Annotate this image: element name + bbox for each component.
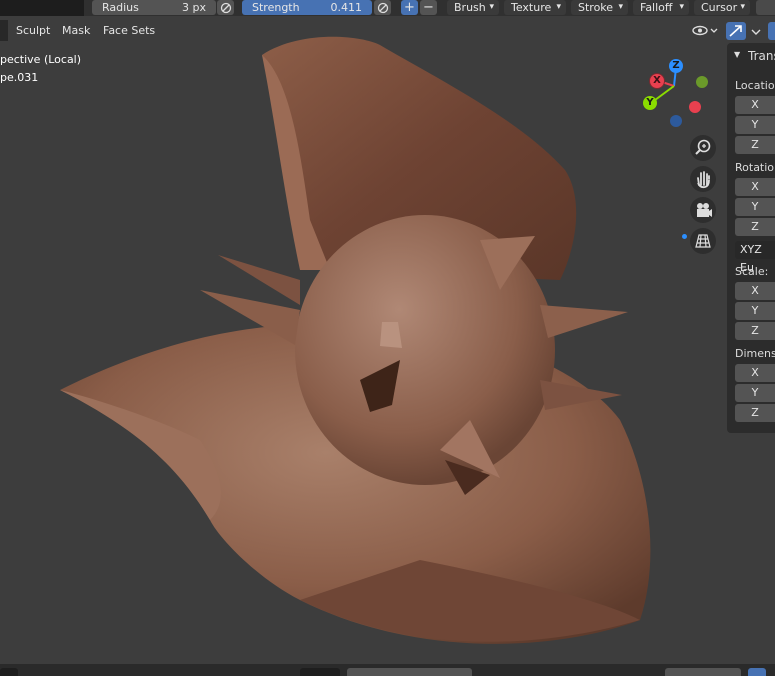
- object-name: pe.031: [0, 71, 39, 84]
- scale-y-field[interactable]: Y: [735, 302, 775, 320]
- chevron-down-icon: [751, 29, 761, 35]
- dimensions-x-field[interactable]: X: [735, 364, 775, 382]
- playback-controls[interactable]: [347, 668, 472, 676]
- view-name: pective (Local): [0, 53, 82, 66]
- mask-menu[interactable]: Mask: [56, 20, 96, 41]
- auto-keying-button[interactable]: [748, 668, 766, 676]
- rotation-mode-dropdown[interactable]: XYZ Eu: [735, 241, 775, 274]
- camera-icon: [697, 203, 712, 217]
- dimensions-y-field[interactable]: Y: [735, 384, 775, 402]
- grid-icon: [695, 234, 711, 248]
- zoom-button[interactable]: [690, 135, 716, 161]
- location-x-field[interactable]: X: [735, 96, 775, 114]
- sculpt-menu[interactable]: Sculpt: [10, 20, 56, 41]
- camera-view-button[interactable]: [690, 197, 716, 223]
- gizmo-toggle[interactable]: [726, 22, 746, 40]
- editor-type-button[interactable]: [0, 668, 18, 676]
- location-y-field[interactable]: Y: [735, 116, 775, 134]
- z-axis-icon[interactable]: Z: [669, 59, 683, 73]
- scale-x-field[interactable]: X: [735, 282, 775, 300]
- pan-button[interactable]: [690, 166, 716, 192]
- visibility-dropdown[interactable]: [690, 21, 720, 40]
- playback-field[interactable]: [300, 668, 340, 676]
- gizmo-dropdown[interactable]: [748, 22, 764, 40]
- scale-label: Scale:: [735, 265, 769, 278]
- dimensions-label: Dimensi: [735, 347, 775, 360]
- y-axis-icon[interactable]: Y: [643, 96, 657, 110]
- view-indicator-dot: [682, 234, 687, 239]
- overlay-toggle[interactable]: [768, 22, 775, 40]
- current-frame-field[interactable]: [665, 668, 741, 676]
- timeline-header: [0, 664, 775, 676]
- rotation-y-field[interactable]: Y: [735, 198, 775, 216]
- hand-pan-icon: [697, 171, 710, 189]
- mode-selector[interactable]: [0, 20, 8, 41]
- gizmo-icon: [729, 25, 742, 37]
- neg-x-axis-icon[interactable]: [689, 101, 701, 113]
- panel-collapse-icon[interactable]: ▼: [734, 50, 740, 59]
- face-sets-menu[interactable]: Face Sets: [97, 20, 161, 41]
- location-label: Location: [735, 79, 775, 92]
- x-axis-icon[interactable]: X: [649, 73, 665, 89]
- zoom-icon: [695, 139, 711, 155]
- transform-panel-header[interactable]: Trans: [748, 49, 775, 63]
- scale-z-field[interactable]: Z: [735, 322, 775, 340]
- dimensions-z-field[interactable]: Z: [735, 404, 775, 422]
- eye-icon: [692, 25, 718, 36]
- neg-y-axis-icon[interactable]: [696, 76, 708, 88]
- rotation-x-field[interactable]: X: [735, 178, 775, 196]
- neg-z-axis-icon[interactable]: [670, 115, 682, 127]
- location-z-field[interactable]: Z: [735, 136, 775, 154]
- navigation-gizmo[interactable]: Z X Y: [636, 55, 716, 135]
- rotation-z-field[interactable]: Z: [735, 218, 775, 236]
- rotation-label: Rotation: [735, 161, 775, 174]
- perspective-toggle-button[interactable]: [690, 228, 716, 254]
